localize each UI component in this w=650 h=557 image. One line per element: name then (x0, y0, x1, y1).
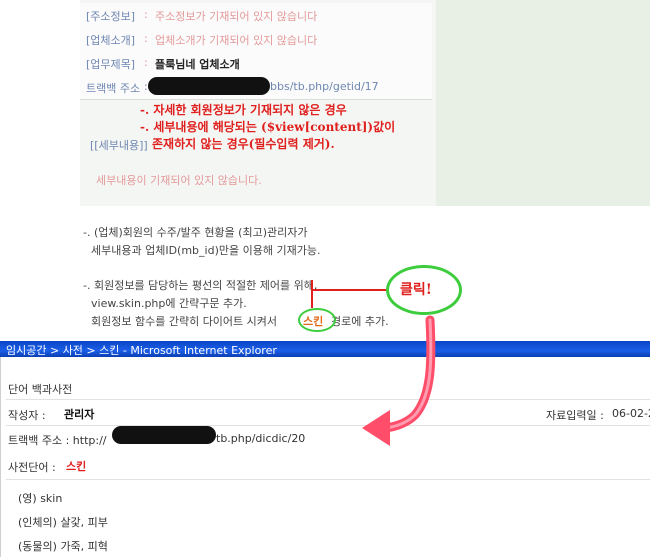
arrow-icon (362, 315, 436, 446)
date-value: 06-02-2 (612, 407, 650, 420)
annotation-line-3: 존재하지 않는 경우(필수입력 제거). (152, 137, 335, 151)
trackback-suffix[interactable]: tb.php/dicdic/20 (216, 432, 305, 445)
address-info-value: 주소정보가 기재되어 있지 않습니다 (155, 10, 318, 23)
note-line-1: -. (업체)회원의 수주/발주 현황을 (최고)관리자가 (83, 226, 308, 239)
address-info-label: [주소정보] (86, 10, 136, 23)
company-intro-value: 업체소개가 기재되어 있지 않습니다 (155, 34, 318, 47)
divider (6, 399, 650, 400)
dictionary-heading: 단어 백과사전 (8, 383, 73, 396)
divider (6, 425, 650, 426)
word-value: 스킨 (66, 460, 87, 473)
trackback-label: 트랙백 주소 (86, 82, 141, 95)
detail-label: [[세부내용]] (90, 139, 148, 152)
author-label: 작성자 : (8, 409, 46, 422)
redaction-mark (112, 426, 216, 444)
company-intro-row: [업체소개] : 업체소개가 기재되어 있지 않습니다 (80, 27, 432, 52)
address-info-row: [주소정보] : 주소정보가 기재되어 있지 않습니다 (80, 3, 432, 28)
word-label: 사전단어 : (8, 461, 56, 474)
ie-window-title: 임시공간 > 사전 > 스킨 - Microsoft Internet Expl… (6, 344, 277, 357)
ie-titlebar[interactable]: 임시공간 > 사전 > 스킨 - Microsoft Internet Expl… (0, 341, 650, 357)
task-title-label: [업무제목] (86, 58, 136, 71)
note-line-4: view.skin.php에 간략구문 추가. (91, 297, 247, 310)
definition-3: (동물의) 가죽, 피혁 (18, 540, 108, 553)
redaction-mark (148, 77, 270, 95)
sidebar-background (436, 0, 650, 206)
company-intro-label: [업체소개] (86, 34, 136, 47)
click-callout-text: 클릭! (400, 282, 432, 298)
task-title-value: 플룩님네 업체소개 (155, 58, 240, 71)
divider (6, 479, 650, 480)
date-label: 자료입력일 : (546, 409, 604, 422)
definition-2: (인체의) 살갗, 피부 (18, 516, 108, 529)
trackback-label: 트랙백 주소 : http:// (8, 434, 107, 447)
annotation-line-1: -. 자세한 회원정보가 기재되지 않은 경우 (140, 103, 347, 117)
trackback-url[interactable]: bbs/tb.php/getid/17 (270, 80, 379, 93)
note-line-3: -. 회원정보를 담당하는 평선의 적절한 제어를 위해, (83, 279, 318, 292)
annotation-line-2: -. 세부내용에 해당되는 ($view[content])값이 (140, 120, 396, 134)
address-info-sep: : (144, 8, 148, 21)
detail-value: 세부내용이 기재되어 있지 않습니다. (96, 174, 262, 187)
task-title-row: [업무제목] : 플룩님네 업체소개 (80, 51, 432, 76)
author-value: 관리자 (64, 408, 95, 421)
note-line-5: 회원정보 함수를 간략히 다이어트 시켜서 (91, 315, 278, 328)
task-title-sep: : (144, 56, 148, 69)
definition-1: (영) skin (18, 492, 63, 505)
note-line-2: 세부내용과 업체ID(mb_id)만을 이용해 기재가능. (91, 244, 321, 257)
company-intro-sep: : (144, 32, 148, 45)
